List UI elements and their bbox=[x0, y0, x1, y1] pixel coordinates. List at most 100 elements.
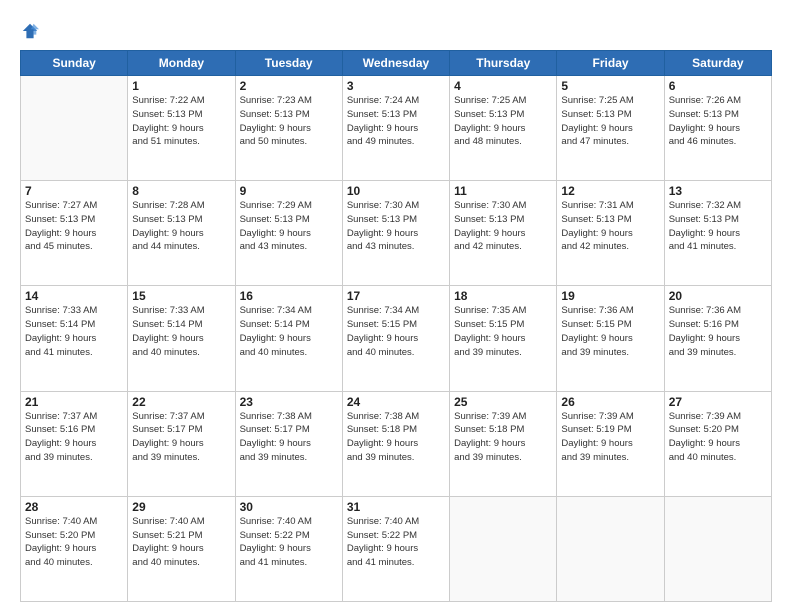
header bbox=[20, 18, 772, 40]
day-number: 26 bbox=[561, 395, 659, 409]
calendar-cell: 15Sunrise: 7:33 AMSunset: 5:14 PMDayligh… bbox=[128, 286, 235, 391]
calendar-cell: 24Sunrise: 7:38 AMSunset: 5:18 PMDayligh… bbox=[342, 391, 449, 496]
day-number: 15 bbox=[132, 289, 230, 303]
calendar-day-header: Friday bbox=[557, 51, 664, 76]
day-number: 2 bbox=[240, 79, 338, 93]
calendar-header-row: SundayMondayTuesdayWednesdayThursdayFrid… bbox=[21, 51, 772, 76]
day-number: 21 bbox=[25, 395, 123, 409]
day-info: Sunrise: 7:40 AMSunset: 5:21 PMDaylight:… bbox=[132, 515, 230, 570]
day-info: Sunrise: 7:25 AMSunset: 5:13 PMDaylight:… bbox=[561, 94, 659, 149]
calendar-cell: 9Sunrise: 7:29 AMSunset: 5:13 PMDaylight… bbox=[235, 181, 342, 286]
calendar-table: SundayMondayTuesdayWednesdayThursdayFrid… bbox=[20, 50, 772, 602]
calendar-cell: 19Sunrise: 7:36 AMSunset: 5:15 PMDayligh… bbox=[557, 286, 664, 391]
day-info: Sunrise: 7:22 AMSunset: 5:13 PMDaylight:… bbox=[132, 94, 230, 149]
day-number: 28 bbox=[25, 500, 123, 514]
day-info: Sunrise: 7:29 AMSunset: 5:13 PMDaylight:… bbox=[240, 199, 338, 254]
calendar-cell: 3Sunrise: 7:24 AMSunset: 5:13 PMDaylight… bbox=[342, 76, 449, 181]
day-number: 18 bbox=[454, 289, 552, 303]
day-number: 1 bbox=[132, 79, 230, 93]
day-info: Sunrise: 7:26 AMSunset: 5:13 PMDaylight:… bbox=[669, 94, 767, 149]
day-info: Sunrise: 7:30 AMSunset: 5:13 PMDaylight:… bbox=[347, 199, 445, 254]
calendar-cell: 13Sunrise: 7:32 AMSunset: 5:13 PMDayligh… bbox=[664, 181, 771, 286]
day-info: Sunrise: 7:32 AMSunset: 5:13 PMDaylight:… bbox=[669, 199, 767, 254]
calendar-cell: 27Sunrise: 7:39 AMSunset: 5:20 PMDayligh… bbox=[664, 391, 771, 496]
day-info: Sunrise: 7:40 AMSunset: 5:22 PMDaylight:… bbox=[240, 515, 338, 570]
day-number: 11 bbox=[454, 184, 552, 198]
calendar-day-header: Saturday bbox=[664, 51, 771, 76]
day-info: Sunrise: 7:39 AMSunset: 5:20 PMDaylight:… bbox=[669, 410, 767, 465]
day-number: 10 bbox=[347, 184, 445, 198]
calendar-cell bbox=[21, 76, 128, 181]
day-number: 7 bbox=[25, 184, 123, 198]
day-info: Sunrise: 7:38 AMSunset: 5:18 PMDaylight:… bbox=[347, 410, 445, 465]
calendar-cell: 22Sunrise: 7:37 AMSunset: 5:17 PMDayligh… bbox=[128, 391, 235, 496]
calendar-cell: 21Sunrise: 7:37 AMSunset: 5:16 PMDayligh… bbox=[21, 391, 128, 496]
day-info: Sunrise: 7:39 AMSunset: 5:19 PMDaylight:… bbox=[561, 410, 659, 465]
calendar-cell: 14Sunrise: 7:33 AMSunset: 5:14 PMDayligh… bbox=[21, 286, 128, 391]
calendar-cell: 6Sunrise: 7:26 AMSunset: 5:13 PMDaylight… bbox=[664, 76, 771, 181]
day-info: Sunrise: 7:37 AMSunset: 5:17 PMDaylight:… bbox=[132, 410, 230, 465]
day-info: Sunrise: 7:40 AMSunset: 5:20 PMDaylight:… bbox=[25, 515, 123, 570]
day-number: 6 bbox=[669, 79, 767, 93]
day-number: 13 bbox=[669, 184, 767, 198]
calendar-cell: 16Sunrise: 7:34 AMSunset: 5:14 PMDayligh… bbox=[235, 286, 342, 391]
day-info: Sunrise: 7:34 AMSunset: 5:14 PMDaylight:… bbox=[240, 304, 338, 359]
day-info: Sunrise: 7:31 AMSunset: 5:13 PMDaylight:… bbox=[561, 199, 659, 254]
logo-icon bbox=[21, 22, 39, 40]
calendar-cell: 1Sunrise: 7:22 AMSunset: 5:13 PMDaylight… bbox=[128, 76, 235, 181]
day-number: 12 bbox=[561, 184, 659, 198]
calendar-cell: 2Sunrise: 7:23 AMSunset: 5:13 PMDaylight… bbox=[235, 76, 342, 181]
day-number: 16 bbox=[240, 289, 338, 303]
day-number: 30 bbox=[240, 500, 338, 514]
day-number: 20 bbox=[669, 289, 767, 303]
day-number: 25 bbox=[454, 395, 552, 409]
calendar-week-row: 7Sunrise: 7:27 AMSunset: 5:13 PMDaylight… bbox=[21, 181, 772, 286]
day-info: Sunrise: 7:35 AMSunset: 5:15 PMDaylight:… bbox=[454, 304, 552, 359]
day-info: Sunrise: 7:28 AMSunset: 5:13 PMDaylight:… bbox=[132, 199, 230, 254]
calendar-cell: 12Sunrise: 7:31 AMSunset: 5:13 PMDayligh… bbox=[557, 181, 664, 286]
day-number: 3 bbox=[347, 79, 445, 93]
calendar-cell: 25Sunrise: 7:39 AMSunset: 5:18 PMDayligh… bbox=[450, 391, 557, 496]
day-number: 23 bbox=[240, 395, 338, 409]
calendar-cell: 29Sunrise: 7:40 AMSunset: 5:21 PMDayligh… bbox=[128, 496, 235, 601]
day-number: 4 bbox=[454, 79, 552, 93]
day-info: Sunrise: 7:33 AMSunset: 5:14 PMDaylight:… bbox=[25, 304, 123, 359]
day-number: 9 bbox=[240, 184, 338, 198]
day-info: Sunrise: 7:37 AMSunset: 5:16 PMDaylight:… bbox=[25, 410, 123, 465]
day-number: 14 bbox=[25, 289, 123, 303]
calendar-day-header: Thursday bbox=[450, 51, 557, 76]
calendar-week-row: 21Sunrise: 7:37 AMSunset: 5:16 PMDayligh… bbox=[21, 391, 772, 496]
day-info: Sunrise: 7:36 AMSunset: 5:15 PMDaylight:… bbox=[561, 304, 659, 359]
day-number: 5 bbox=[561, 79, 659, 93]
day-info: Sunrise: 7:38 AMSunset: 5:17 PMDaylight:… bbox=[240, 410, 338, 465]
calendar-cell bbox=[664, 496, 771, 601]
day-info: Sunrise: 7:25 AMSunset: 5:13 PMDaylight:… bbox=[454, 94, 552, 149]
calendar-day-header: Sunday bbox=[21, 51, 128, 76]
day-number: 29 bbox=[132, 500, 230, 514]
day-info: Sunrise: 7:24 AMSunset: 5:13 PMDaylight:… bbox=[347, 94, 445, 149]
day-number: 8 bbox=[132, 184, 230, 198]
calendar-cell: 18Sunrise: 7:35 AMSunset: 5:15 PMDayligh… bbox=[450, 286, 557, 391]
day-number: 22 bbox=[132, 395, 230, 409]
calendar-page: SundayMondayTuesdayWednesdayThursdayFrid… bbox=[0, 0, 792, 612]
calendar-cell bbox=[450, 496, 557, 601]
calendar-day-header: Tuesday bbox=[235, 51, 342, 76]
calendar-day-header: Wednesday bbox=[342, 51, 449, 76]
day-number: 17 bbox=[347, 289, 445, 303]
calendar-cell: 31Sunrise: 7:40 AMSunset: 5:22 PMDayligh… bbox=[342, 496, 449, 601]
day-info: Sunrise: 7:27 AMSunset: 5:13 PMDaylight:… bbox=[25, 199, 123, 254]
calendar-cell bbox=[557, 496, 664, 601]
calendar-cell: 20Sunrise: 7:36 AMSunset: 5:16 PMDayligh… bbox=[664, 286, 771, 391]
calendar-cell: 23Sunrise: 7:38 AMSunset: 5:17 PMDayligh… bbox=[235, 391, 342, 496]
calendar-cell: 26Sunrise: 7:39 AMSunset: 5:19 PMDayligh… bbox=[557, 391, 664, 496]
day-info: Sunrise: 7:34 AMSunset: 5:15 PMDaylight:… bbox=[347, 304, 445, 359]
day-number: 19 bbox=[561, 289, 659, 303]
calendar-cell: 7Sunrise: 7:27 AMSunset: 5:13 PMDaylight… bbox=[21, 181, 128, 286]
calendar-cell: 10Sunrise: 7:30 AMSunset: 5:13 PMDayligh… bbox=[342, 181, 449, 286]
calendar-week-row: 14Sunrise: 7:33 AMSunset: 5:14 PMDayligh… bbox=[21, 286, 772, 391]
calendar-cell: 8Sunrise: 7:28 AMSunset: 5:13 PMDaylight… bbox=[128, 181, 235, 286]
calendar-cell: 28Sunrise: 7:40 AMSunset: 5:20 PMDayligh… bbox=[21, 496, 128, 601]
day-info: Sunrise: 7:23 AMSunset: 5:13 PMDaylight:… bbox=[240, 94, 338, 149]
day-number: 31 bbox=[347, 500, 445, 514]
calendar-cell: 30Sunrise: 7:40 AMSunset: 5:22 PMDayligh… bbox=[235, 496, 342, 601]
